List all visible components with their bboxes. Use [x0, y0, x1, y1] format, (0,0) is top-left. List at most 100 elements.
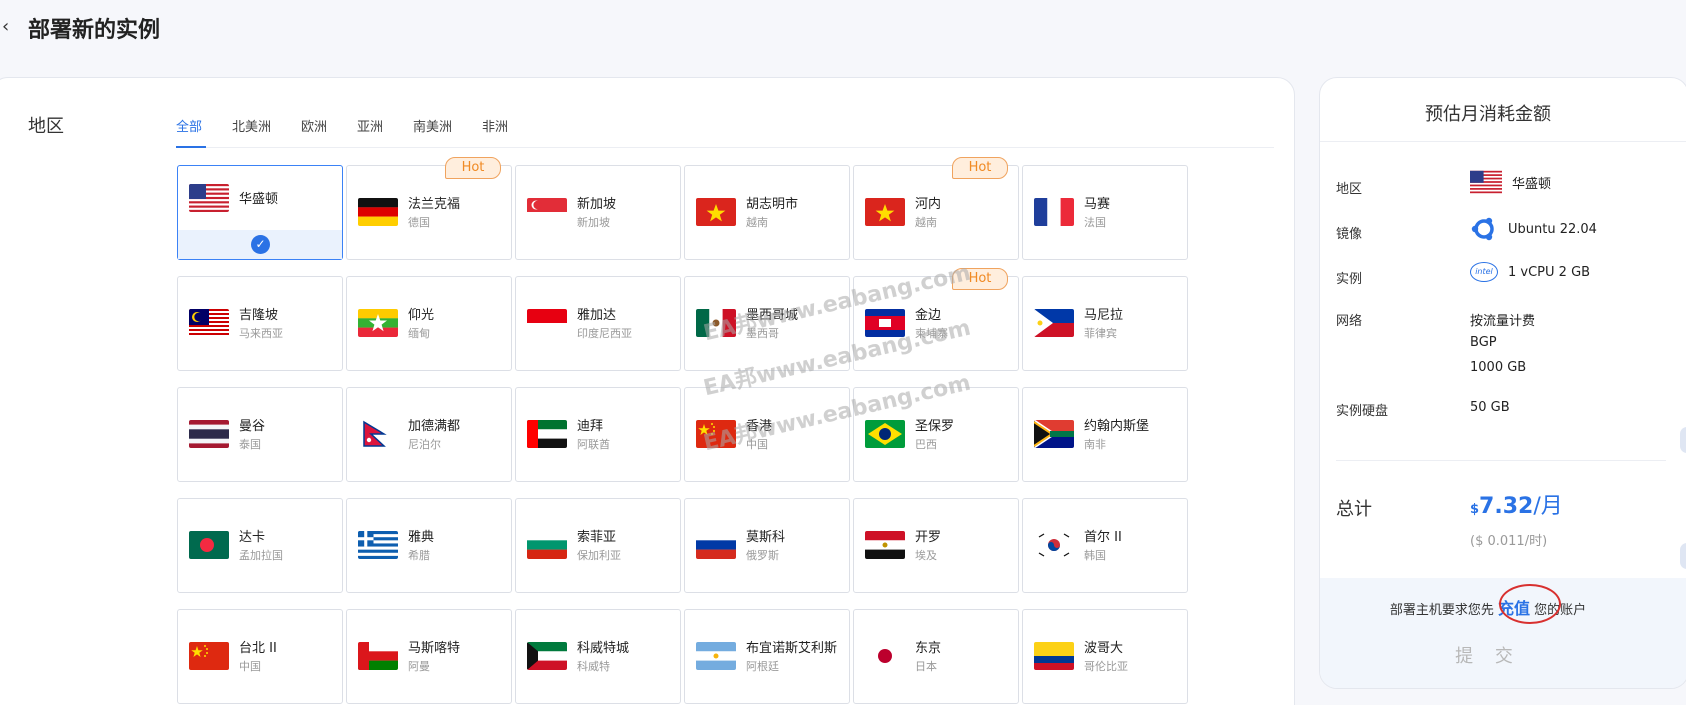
location-country: 俄罗斯 — [746, 549, 779, 562]
location-name: 约翰内斯堡 — [1084, 419, 1150, 434]
scroll-handle[interactable] — [1680, 543, 1686, 569]
location-card[interactable]: 马尼拉 菲律宾 — [1022, 276, 1188, 371]
mm-flag-icon — [358, 309, 398, 337]
location-card[interactable]: 雅典 希腊 — [346, 498, 512, 593]
cost-summary-panel: 预估月消耗金额 地区 华盛顿 镜像 Ubuntu 22.04 实例 intel … — [1319, 77, 1686, 689]
summary-image-value: Ubuntu 22.04 — [1470, 215, 1597, 243]
location-country: 阿联酋 — [577, 438, 610, 451]
summary-disk-label: 实例硬盘 — [1336, 404, 1389, 419]
ph-flag-icon — [1034, 309, 1074, 337]
location-name: 莫斯科 — [746, 530, 786, 545]
region-tabs: 全部 北美洲 欧洲 亚洲 南美洲 非洲 — [176, 104, 1274, 148]
ubuntu-logo-icon — [1471, 217, 1494, 241]
back-chevron-icon[interactable]: ‹ — [2, 16, 9, 37]
ae-flag-icon — [527, 420, 567, 448]
scroll-handle[interactable] — [1680, 427, 1686, 453]
location-card[interactable]: 索菲亚 保加利亚 — [515, 498, 681, 593]
tab-europe[interactable]: 欧洲 — [301, 116, 327, 135]
active-tab-indicator — [176, 146, 206, 148]
location-card[interactable]: 开罗 埃及 — [853, 498, 1019, 593]
location-country: 马来西亚 — [239, 327, 283, 340]
location-card[interactable]: 河内 越南 Hot — [853, 157, 1019, 260]
location-country: 科威特 — [577, 660, 610, 673]
location-name: 索菲亚 — [577, 530, 617, 545]
summary-network-label: 网络 — [1336, 314, 1363, 329]
tab-asia[interactable]: 亚洲 — [357, 116, 383, 135]
us-flag-icon — [189, 184, 229, 212]
cn-flag-icon — [189, 642, 229, 670]
location-card[interactable]: 华盛顿 ✓ — [177, 165, 343, 260]
location-country: 保加利亚 — [577, 549, 621, 562]
check-icon: ✓ — [251, 235, 270, 254]
location-name: 华盛顿 — [239, 192, 279, 207]
location-card[interactable]: 仰光 缅甸 — [346, 276, 512, 371]
location-country: 泰国 — [239, 438, 261, 451]
location-card[interactable]: 马赛 法国 — [1022, 165, 1188, 260]
submit-button[interactable]: 提 交 — [1320, 638, 1656, 676]
location-card[interactable]: 法兰克福 德国 Hot — [346, 157, 512, 260]
tab-africa[interactable]: 非洲 — [482, 116, 508, 135]
summary-network-type: BGP — [1470, 335, 1497, 350]
location-card[interactable]: 布宜诺斯艾利斯 阿根廷 — [684, 609, 850, 704]
location-card[interactable]: 新加坡 新加坡 — [515, 165, 681, 260]
location-name: 东京 — [915, 641, 942, 656]
location-card[interactable]: 雅加达 印度尼西亚 — [515, 276, 681, 371]
location-name: 达卡 — [239, 530, 266, 545]
hourly-price: ($ 0.011/时) — [1470, 534, 1548, 549]
location-name: 胡志明市 — [746, 197, 799, 212]
location-card[interactable]: 迪拜 阿联酋 — [515, 387, 681, 482]
location-card[interactable]: 首尔 II 韩国 — [1022, 498, 1188, 593]
location-card[interactable]: 莫斯科 俄罗斯 — [684, 498, 850, 593]
de-flag-icon — [358, 198, 398, 226]
location-name: 波哥大 — [1084, 641, 1124, 656]
location-country: 埃及 — [915, 549, 937, 562]
tab-south-america[interactable]: 南美洲 — [413, 116, 452, 135]
summary-network-billing: 按流量计费 — [1470, 314, 1536, 329]
location-name: 雅加达 — [577, 308, 617, 323]
location-name: 圣保罗 — [915, 419, 955, 434]
tab-all[interactable]: 全部 — [176, 116, 206, 148]
my-flag-icon — [189, 309, 229, 337]
summary-instance-value: intel 1 vCPU 2 GB — [1470, 262, 1590, 282]
location-country: 越南 — [746, 216, 768, 229]
location-card[interactable]: 台北 II 中国 — [177, 609, 343, 704]
vn-flag-icon — [696, 198, 736, 226]
np-flag-icon — [358, 420, 398, 448]
total-label: 总计 — [1336, 499, 1372, 520]
summary-image-label: 镜像 — [1336, 227, 1363, 242]
location-card[interactable]: 胡志明市 越南 — [684, 165, 850, 260]
th-flag-icon — [189, 420, 229, 448]
location-name: 科威特城 — [577, 641, 630, 656]
location-name: 新加坡 — [577, 197, 617, 212]
divider — [1336, 460, 1666, 461]
hot-badge: Hot — [445, 157, 501, 179]
location-name: 开罗 — [915, 530, 942, 545]
location-card[interactable]: 达卡 孟加拉国 — [177, 498, 343, 593]
location-card[interactable]: 约翰内斯堡 南非 — [1022, 387, 1188, 482]
location-name: 仰光 — [408, 308, 435, 323]
location-card[interactable]: 吉隆坡 马来西亚 — [177, 276, 343, 371]
location-card[interactable]: 波哥大 哥伦比亚 — [1022, 609, 1188, 704]
divider — [1320, 141, 1686, 142]
location-name: 布宜诺斯艾利斯 — [746, 641, 838, 656]
location-country: 孟加拉国 — [239, 549, 283, 562]
tab-north-america[interactable]: 北美洲 — [232, 116, 271, 135]
region-section-label: 地区 — [28, 116, 64, 137]
summary-disk-value: 50 GB — [1470, 400, 1510, 415]
location-card[interactable]: 科威特城 科威特 — [515, 609, 681, 704]
page-title: 部署新的实例 — [28, 18, 161, 43]
location-card[interactable]: 曼谷 泰国 — [177, 387, 343, 482]
vn-flag-icon — [865, 198, 905, 226]
location-card[interactable]: 马斯喀特 阿曼 — [346, 609, 512, 704]
location-country: 缅甸 — [408, 327, 430, 340]
br-flag-icon — [865, 420, 905, 448]
co-flag-icon — [1034, 642, 1074, 670]
location-country: 法国 — [1084, 216, 1106, 229]
location-country: 南非 — [1084, 438, 1106, 451]
location-country: 中国 — [239, 660, 261, 673]
deploy-notice-area: 部署主机要求您先 充值 您的账户 提 交 — [1320, 578, 1686, 688]
location-card[interactable]: 加德满都 尼泊尔 — [346, 387, 512, 482]
location-name: 河内 — [915, 197, 942, 212]
location-name: 曼谷 — [239, 419, 266, 434]
location-card[interactable]: 东京 日本 — [853, 609, 1019, 704]
